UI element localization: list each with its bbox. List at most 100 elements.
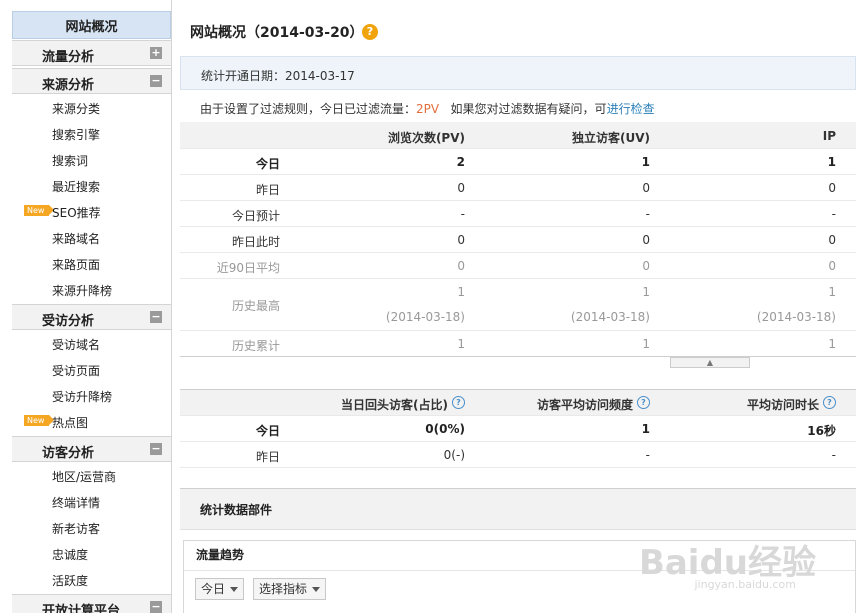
- sidebar-item-search-term[interactable]: 搜索词: [12, 147, 171, 173]
- row-label: 历史最高: [231, 299, 280, 313]
- header-visit-frequency: 访客平均访问频度?: [475, 396, 650, 413]
- header-label: 访客平均访问频度: [536, 398, 633, 412]
- collapse-icon[interactable]: −: [150, 311, 162, 323]
- table-row: 今日 0(0%) 1 16秒: [180, 416, 856, 442]
- header-pv: 浏览次数(PV): [387, 131, 465, 145]
- help-icon[interactable]: ?: [823, 396, 836, 409]
- dropdown-label: 选择指标: [259, 582, 308, 596]
- table-row: 近90日平均 0 0 0: [180, 253, 856, 279]
- cell-frequency: 1: [641, 422, 650, 436]
- help-icon[interactable]: ?: [637, 396, 650, 409]
- row-label: 昨日此时: [231, 235, 280, 249]
- sidebar-item-referrer-domain[interactable]: 来路域名: [12, 225, 171, 251]
- cell-pv: 1: [457, 337, 465, 351]
- watermark-url: jingyan.baidu.com: [694, 578, 796, 591]
- help-icon[interactable]: ?: [452, 396, 465, 409]
- collapse-icon[interactable]: −: [150, 601, 162, 613]
- sidebar-section-label: 流量分析: [42, 50, 95, 65]
- sidebar-item-visited-domain[interactable]: 受访域名: [12, 331, 171, 357]
- sidebar-item-label: 最近搜索: [52, 180, 101, 194]
- sidebar-section-visited[interactable]: 受访分析 −: [12, 304, 171, 330]
- cell-pv: 1: [457, 285, 465, 299]
- sidebar-item-label: 搜索词: [52, 154, 89, 168]
- sidebar-item-search-engine[interactable]: 搜索引擎: [12, 121, 171, 147]
- cell-return-visitor: 0(-): [443, 448, 465, 462]
- collapse-icon[interactable]: −: [150, 443, 162, 455]
- cell-ip-date: (2014-03-18): [756, 310, 836, 324]
- cell-uv: 0: [642, 181, 650, 195]
- collapse-icon[interactable]: −: [150, 75, 162, 87]
- cell-duration: 16秒: [807, 424, 836, 438]
- table-row: 昨日此时 0 0 0: [180, 227, 856, 253]
- collapse-table-button[interactable]: ▲: [670, 357, 750, 368]
- trend-title: 流量趋势: [196, 548, 245, 562]
- sidebar-item-visited-page[interactable]: 受访页面: [12, 357, 171, 383]
- row-label: 昨日: [255, 183, 280, 197]
- sidebar-item-label: 受访升降榜: [52, 390, 113, 404]
- sidebar-item-source-rank[interactable]: 来源升降榜: [12, 277, 171, 303]
- sidebar-item-source-category[interactable]: 来源分类: [12, 95, 171, 121]
- cell-uv: 0: [642, 233, 650, 247]
- sidebar-item-label: 搜索引擎: [52, 128, 101, 142]
- sidebar-section-traffic[interactable]: 流量分析 +: [12, 40, 171, 66]
- metric-dropdown[interactable]: 选择指标: [253, 578, 327, 600]
- cell-ip: 1: [828, 337, 836, 351]
- row-label: 昨日: [255, 450, 280, 464]
- cell-uv-date: (2014-03-18): [570, 310, 650, 324]
- sidebar-item-label: SEO推荐: [52, 206, 101, 220]
- header-visit-duration: 平均访问时长?: [660, 396, 836, 413]
- sidebar-item-region[interactable]: 地区/运营商: [12, 463, 171, 489]
- help-icon[interactable]: ?: [362, 24, 378, 40]
- filter-check-link[interactable]: 进行检查: [607, 102, 655, 116]
- header-uv: 独立访客(UV): [571, 131, 650, 145]
- sidebar-item-recent-search[interactable]: 最近搜索: [12, 173, 171, 199]
- sidebar-section-label: 访客分析: [42, 446, 95, 461]
- sidebar-section-source[interactable]: 来源分析 −: [12, 68, 171, 94]
- sidebar-item-new-old[interactable]: 新老访客: [12, 515, 171, 541]
- cell-uv: -: [645, 207, 650, 221]
- expand-icon[interactable]: +: [150, 47, 162, 59]
- sidebar-item-referrer-page[interactable]: 来路页面: [12, 251, 171, 277]
- table-row: 昨日 0(-) - -: [180, 442, 856, 468]
- cell-pv: -: [460, 207, 465, 221]
- watermark-logo: Baidu经验: [638, 543, 816, 583]
- sidebar-item-overview[interactable]: 网站概况: [12, 11, 171, 39]
- sidebar-item-label: 终端详情: [52, 496, 101, 510]
- cell-uv: 1: [642, 337, 650, 351]
- sidebar-item-label: 来路域名: [52, 232, 101, 246]
- table-row: 昨日 0 0 0: [180, 175, 856, 201]
- cell-pv-date: (2014-03-18): [385, 310, 465, 324]
- sidebar-item-label: 来路页面: [52, 258, 101, 272]
- table-header: 浏览次数(PV) 独立访客(UV) IP: [180, 122, 856, 149]
- sidebar-section-label: 开放计算平台: [42, 604, 121, 613]
- chevron-down-icon: [230, 587, 239, 592]
- sidebar-section-visitor[interactable]: 访客分析 −: [12, 436, 171, 462]
- filter-notice: 由于设置了过滤规则，今日已过滤流量：2PV 如果您对过滤数据有疑问，可进行检查: [200, 100, 655, 117]
- row-label: 今日: [255, 157, 280, 171]
- sidebar-item-visited-rank[interactable]: 受访升降榜: [12, 383, 171, 409]
- sidebar: 网站概况 流量分析 + 来源分析 − 来源分类 搜索引擎 搜索词 最近搜索 Ne…: [0, 0, 172, 613]
- cell-frequency: -: [645, 448, 650, 462]
- filter-value: 2PV: [416, 102, 440, 116]
- sidebar-section-open-platform[interactable]: 开放计算平台 −: [12, 594, 171, 613]
- sidebar-section-label: 受访分析: [42, 314, 95, 329]
- header-ip: IP: [822, 129, 836, 143]
- cell-pv: 2: [456, 155, 465, 169]
- row-label: 近90日平均: [216, 261, 280, 275]
- sidebar-item-label: 受访页面: [52, 364, 101, 378]
- sidebar-item-heatmap[interactable]: New 热点图: [12, 409, 171, 435]
- sidebar-item-label: 忠诚度: [52, 548, 89, 562]
- cell-uv: 1: [642, 285, 650, 299]
- sidebar-item-label: 来源分类: [52, 102, 101, 116]
- sidebar-item-device[interactable]: 终端详情: [12, 489, 171, 515]
- cell-ip: 1: [827, 155, 836, 169]
- header-label: 当日回头访客(占比): [341, 398, 448, 412]
- sidebar-item-activity[interactable]: 活跃度: [12, 567, 171, 593]
- cell-duration: -: [831, 448, 836, 462]
- sidebar-item-seo[interactable]: New SEO推荐: [12, 199, 171, 225]
- chevron-down-icon: [312, 587, 321, 592]
- day-dropdown[interactable]: 今日: [195, 578, 245, 600]
- table-divider: [180, 356, 856, 357]
- table-row: 今日预计 - - -: [180, 201, 856, 227]
- sidebar-item-loyalty[interactable]: 忠诚度: [12, 541, 171, 567]
